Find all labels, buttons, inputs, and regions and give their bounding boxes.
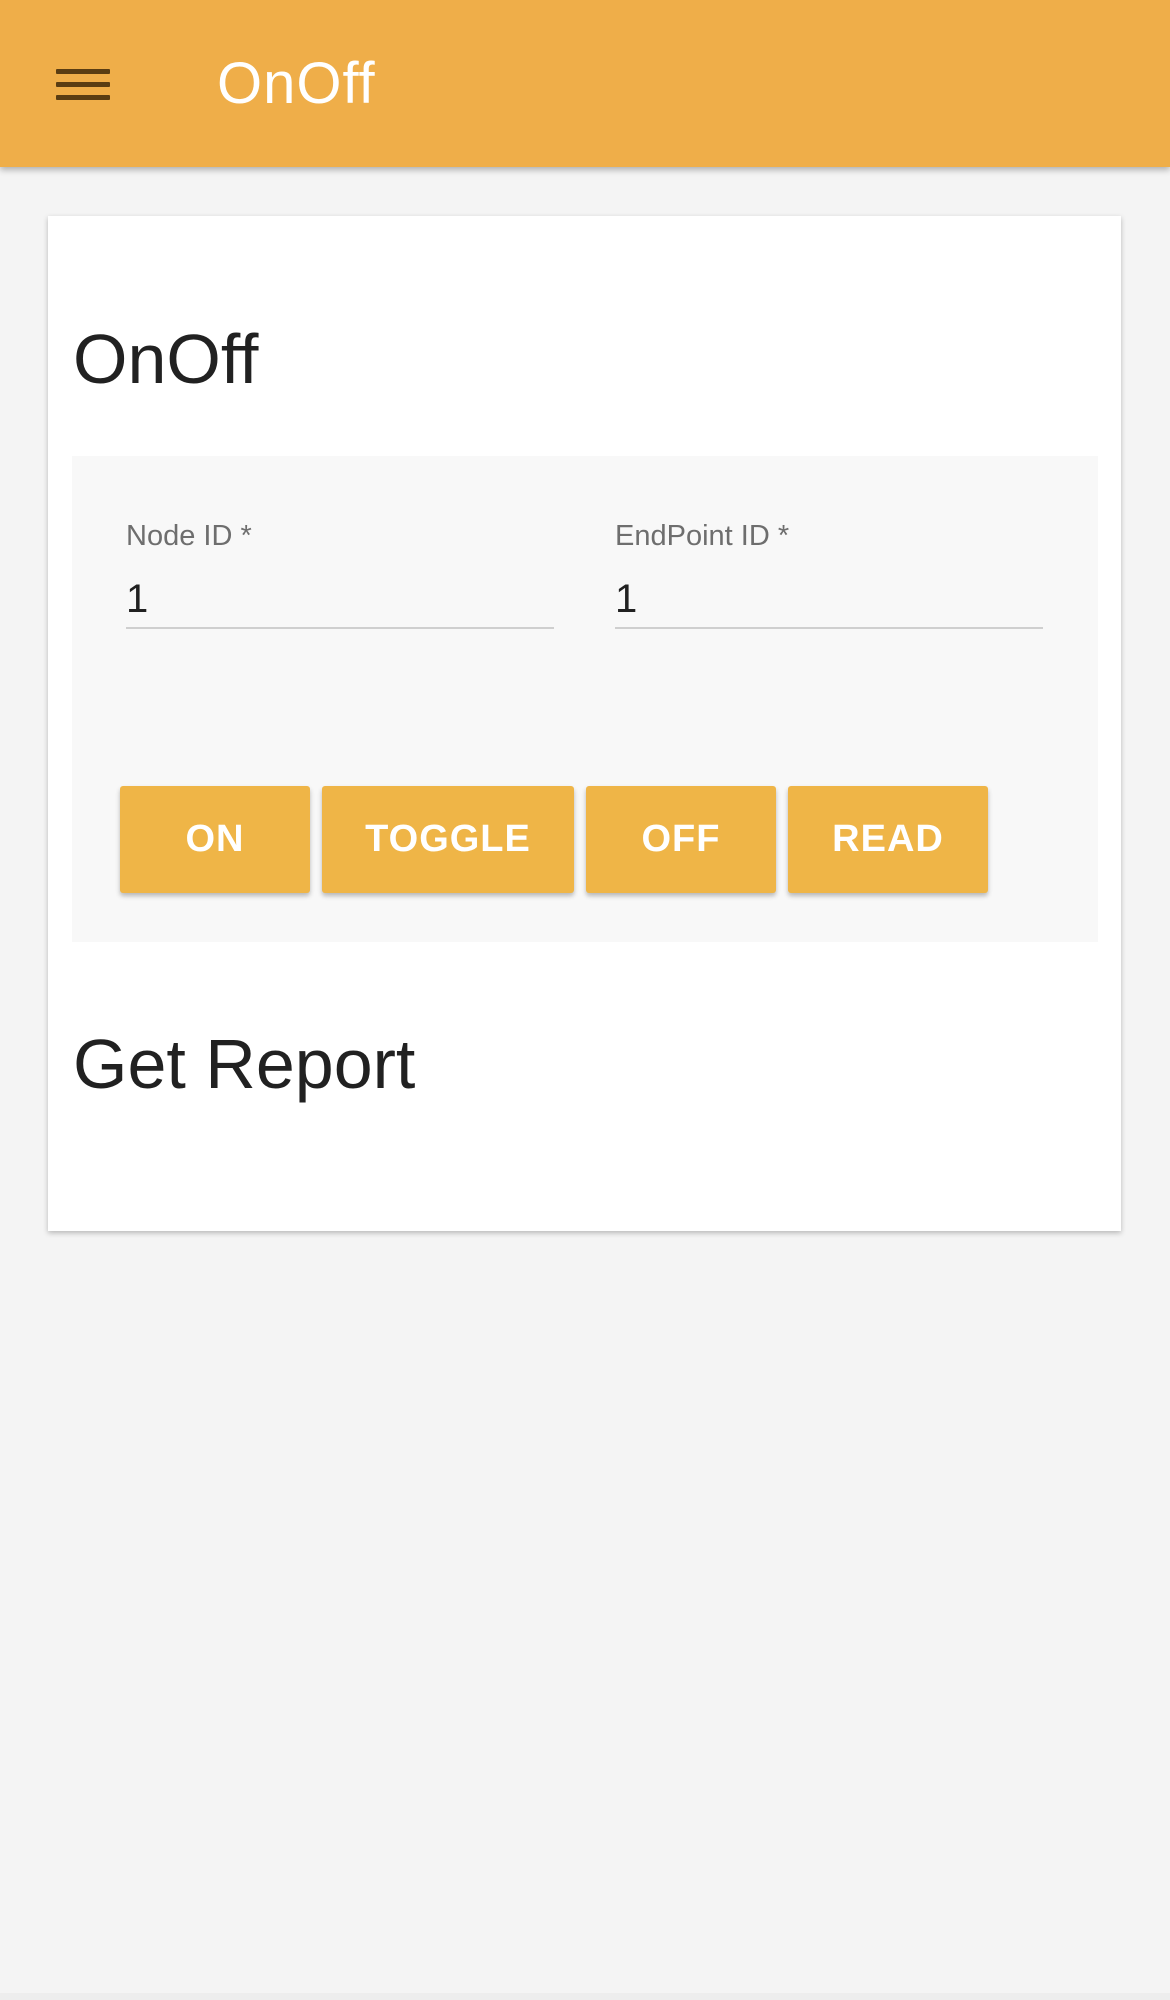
onoff-card: OnOff Node ID * EndPoint ID * ON TOGGLE … [48,216,1121,1231]
menu-bar-top [56,69,110,74]
toggle-button[interactable]: TOGGLE [322,786,574,893]
node-id-input[interactable] [126,571,554,629]
on-button[interactable]: ON [120,786,310,893]
node-id-label: Node ID * [126,520,252,552]
hamburger-menu-icon[interactable] [40,45,130,125]
bottom-divider [0,1993,1170,2000]
endpoint-id-label: EndPoint ID * [615,520,790,552]
get-report-heading: Get Report [73,1025,416,1103]
app-title: OnOff [217,51,376,116]
read-button[interactable]: READ [788,786,988,893]
menu-bar-middle [56,82,110,87]
menu-bar-bottom [56,95,110,100]
off-button[interactable]: OFF [586,786,776,893]
card-title: OnOff [73,320,259,398]
controls-panel: Node ID * EndPoint ID * ON TOGGLE OFF RE… [72,456,1098,942]
app-bar: OnOff [0,0,1170,167]
endpoint-id-input[interactable] [615,571,1043,629]
